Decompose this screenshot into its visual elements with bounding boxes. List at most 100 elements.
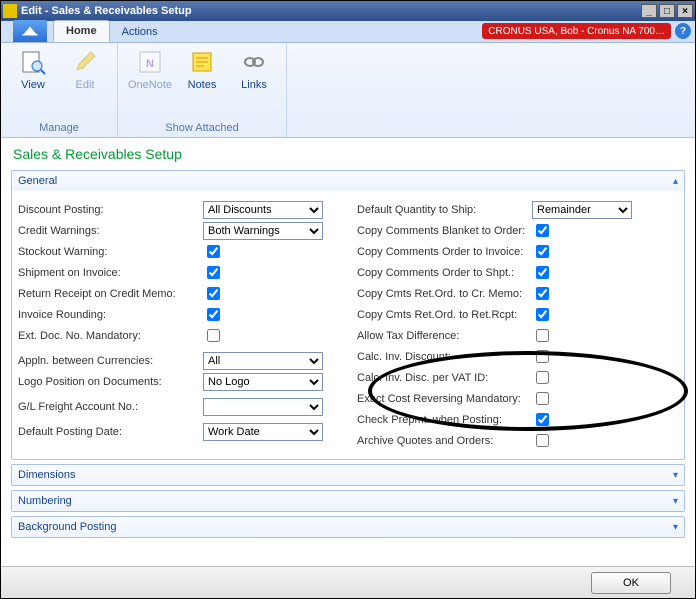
shipment-on-invoice-checkbox[interactable]: [207, 266, 220, 279]
copy-ret-crmemo-label: Copy Cmts Ret.Ord. to Cr. Memo:: [357, 288, 532, 300]
panel-general: General ▴ Discount Posting: All Discount…: [11, 170, 685, 460]
edit-button: Edit: [63, 47, 107, 91]
title-bar: Edit - Sales & Receivables Setup _ □ ×: [1, 1, 695, 21]
copy-ret-crmemo-checkbox[interactable]: [536, 287, 549, 300]
exact-cost-reversing-checkbox[interactable]: [536, 392, 549, 405]
orb-icon: [21, 24, 39, 38]
panel-general-title: General: [18, 175, 57, 187]
discount-posting-select[interactable]: All Discounts: [203, 201, 323, 219]
tab-home[interactable]: Home: [53, 20, 110, 42]
svg-text:N: N: [146, 58, 154, 70]
copy-order-shpt-checkbox[interactable]: [536, 266, 549, 279]
panel-background-posting-header[interactable]: Background Posting ▾: [12, 517, 684, 537]
default-posting-date-select[interactable]: Work Date: [203, 423, 323, 441]
gl-freight-select[interactable]: [203, 398, 323, 416]
links-icon: [239, 47, 269, 77]
calc-inv-discount-label: Calc. Inv. Discount:: [357, 351, 532, 363]
default-qty-ship-label: Default Quantity to Ship:: [357, 204, 532, 216]
application-menu-button[interactable]: [13, 20, 47, 42]
copy-blanket-order-checkbox[interactable]: [536, 224, 549, 237]
return-receipt-label: Return Receipt on Credit Memo:: [18, 288, 203, 300]
collapse-icon: ▴: [673, 176, 678, 187]
panel-background-posting-title: Background Posting: [18, 521, 116, 533]
ribbon: View Edit Manage N OneNote Notes: [1, 43, 695, 138]
shipment-on-invoice-label: Shipment on Invoice:: [18, 267, 203, 279]
expand-icon: ▾: [673, 522, 678, 533]
panel-numbering: Numbering ▾: [11, 490, 685, 512]
exact-cost-reversing-label: Exact Cost Reversing Mandatory:: [357, 393, 532, 405]
stockout-warning-checkbox[interactable]: [207, 245, 220, 258]
copy-ret-retrcpt-checkbox[interactable]: [536, 308, 549, 321]
onenote-button: N OneNote: [128, 47, 172, 91]
archive-quotes-checkbox[interactable]: [536, 434, 549, 447]
expand-icon: ▾: [673, 496, 678, 507]
ext-doc-mandatory-checkbox[interactable]: [207, 329, 220, 342]
archive-quotes-label: Archive Quotes and Orders:: [357, 435, 532, 447]
minimize-button[interactable]: _: [641, 4, 657, 18]
check-prepmt-label: Check Prepmt. when Posting:: [357, 414, 532, 426]
panel-dimensions-title: Dimensions: [18, 469, 75, 481]
expand-icon: ▾: [673, 470, 678, 481]
client-area: Sales & Receivables Setup General ▴ Disc…: [1, 138, 695, 566]
view-button-label: View: [21, 79, 45, 91]
check-prepmt-checkbox[interactable]: [536, 413, 549, 426]
credit-warnings-select[interactable]: Both Warnings: [203, 222, 323, 240]
onenote-button-label: OneNote: [128, 79, 172, 91]
onenote-icon: N: [135, 47, 165, 77]
default-qty-ship-select[interactable]: Remainder: [532, 201, 632, 219]
page-title: Sales & Receivables Setup: [13, 146, 685, 162]
logo-position-select[interactable]: No Logo: [203, 373, 323, 391]
dialog-button-bar: OK: [1, 566, 695, 598]
copy-blanket-order-label: Copy Comments Blanket to Order:: [357, 225, 532, 237]
copy-order-invoice-label: Copy Comments Order to Invoice:: [357, 246, 532, 258]
appln-currencies-select[interactable]: All: [203, 352, 323, 370]
tab-actions[interactable]: Actions: [110, 22, 170, 42]
company-status-pill: CRONUS USA, Bob - Cronus NA 700…: [482, 23, 671, 39]
links-button[interactable]: Links: [232, 47, 276, 91]
stockout-warning-label: Stockout Warning:: [18, 246, 203, 258]
allow-tax-diff-label: Allow Tax Difference:: [357, 330, 532, 342]
edit-icon: [70, 47, 100, 77]
ribbon-group-show-label: Show Attached: [128, 122, 276, 135]
ribbon-group-manage-label: Manage: [11, 122, 107, 135]
ribbon-tabstrip: Home Actions CRONUS USA, Bob - Cronus NA…: [1, 21, 695, 43]
view-button[interactable]: View: [11, 47, 55, 91]
panel-background-posting: Background Posting ▾: [11, 516, 685, 538]
panel-dimensions: Dimensions ▾: [11, 464, 685, 486]
credit-warnings-label: Credit Warnings:: [18, 225, 203, 237]
view-icon: [18, 47, 48, 77]
calc-inv-disc-vat-label: Calc. Inv. Disc. per VAT ID:: [357, 372, 532, 384]
copy-ret-retrcpt-label: Copy Cmts Ret.Ord. to Ret.Rcpt:: [357, 309, 532, 321]
calc-inv-discount-checkbox[interactable]: [536, 350, 549, 363]
panel-dimensions-header[interactable]: Dimensions ▾: [12, 465, 684, 485]
general-right-column: Default Quantity to Ship: Remainder Copy…: [339, 199, 678, 451]
ok-button[interactable]: OK: [591, 572, 671, 594]
panel-general-header[interactable]: General ▴: [12, 171, 684, 191]
discount-posting-label: Discount Posting:: [18, 204, 203, 216]
edit-button-label: Edit: [76, 79, 95, 91]
panel-numbering-header[interactable]: Numbering ▾: [12, 491, 684, 511]
invoice-rounding-label: Invoice Rounding:: [18, 309, 203, 321]
notes-button[interactable]: Notes: [180, 47, 224, 91]
ribbon-group-manage: View Edit Manage: [1, 43, 118, 137]
notes-icon: [187, 47, 217, 77]
appln-currencies-label: Appln. between Currencies:: [18, 355, 203, 367]
copy-order-invoice-checkbox[interactable]: [536, 245, 549, 258]
copy-order-shpt-label: Copy Comments Order to Shpt.:: [357, 267, 532, 279]
general-left-column: Discount Posting: All Discounts Credit W…: [18, 199, 339, 451]
ext-doc-mandatory-label: Ext. Doc. No. Mandatory:: [18, 330, 203, 342]
notes-button-label: Notes: [188, 79, 217, 91]
app-icon: [3, 4, 17, 18]
help-button[interactable]: ?: [675, 23, 691, 39]
calc-inv-disc-vat-checkbox[interactable]: [536, 371, 549, 384]
ribbon-group-show-attached: N OneNote Notes Links Show Attached: [118, 43, 287, 137]
allow-tax-diff-checkbox[interactable]: [536, 329, 549, 342]
invoice-rounding-checkbox[interactable]: [207, 308, 220, 321]
close-button[interactable]: ×: [677, 4, 693, 18]
links-button-label: Links: [241, 79, 267, 91]
panel-numbering-title: Numbering: [18, 495, 72, 507]
return-receipt-checkbox[interactable]: [207, 287, 220, 300]
logo-position-label: Logo Position on Documents:: [18, 376, 203, 388]
restore-button[interactable]: □: [659, 4, 675, 18]
default-posting-date-label: Default Posting Date:: [18, 426, 203, 438]
